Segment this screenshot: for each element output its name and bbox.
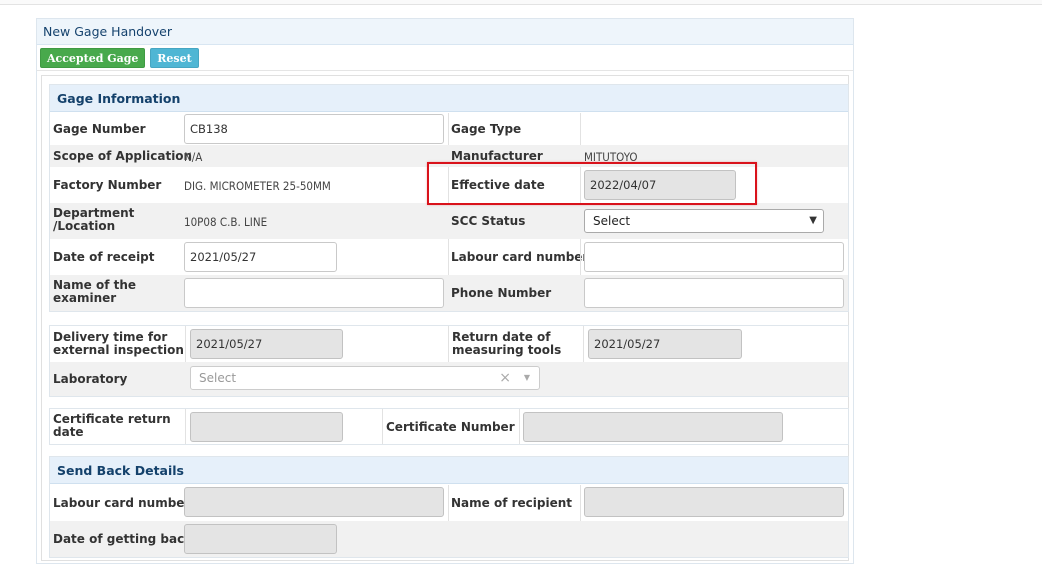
phone-number-label: Phone Number — [451, 286, 552, 300]
top-border — [0, 0, 1042, 5]
laboratory-label: Laboratory — [53, 372, 128, 386]
toolbar: Accepted Gage Reset — [37, 45, 853, 71]
accepted-gage-button[interactable]: Accepted Gage — [40, 48, 146, 68]
certificate-return-label: Certificate return date — [53, 412, 171, 439]
gage-type-label: Gage Type — [451, 122, 522, 136]
phone-number-input[interactable] — [584, 278, 844, 308]
date-receipt-label: Date of receipt — [53, 250, 155, 264]
factory-number-value: DIG. MICROMETER 25-50MM — [184, 179, 331, 193]
send-back-section: Send Back Details Labour card number Nam… — [49, 456, 849, 558]
date-receipt-input[interactable]: 2021/05/27 — [184, 242, 337, 272]
send-back-labour-input[interactable] — [184, 487, 444, 517]
date-back-input[interactable] — [184, 524, 337, 554]
scope-value: N/A — [184, 150, 203, 164]
certificate-section: Certificate return date Certificate Numbe… — [49, 408, 849, 445]
row-delivery: Delivery time for external inspection 202… — [50, 326, 848, 362]
labour-card-label: Labour card number — [451, 250, 589, 264]
certificate-return-input[interactable] — [190, 412, 343, 442]
return-date-input[interactable]: 2021/05/27 — [588, 329, 742, 359]
recipient-input[interactable] — [584, 487, 844, 517]
row-certificate: Certificate return date Certificate Numbe… — [50, 409, 848, 444]
row-date-receipt: Date of receipt 2021/05/27 Labour card n… — [50, 239, 848, 275]
factory-number-label: Factory Number — [53, 178, 162, 192]
send-back-title: Send Back Details — [50, 457, 848, 484]
return-date-label: Return date of measuring tools — [452, 330, 562, 357]
handover-panel: New Gage Handover Accepted Gage Reset Ga… — [36, 18, 854, 564]
chevron-down-icon: ▼ — [523, 373, 530, 382]
form-body: Gage Information Gage Number CB138 Gage … — [41, 75, 849, 561]
scc-status-select[interactable]: Select ▼ — [584, 209, 824, 233]
department-value: 10P08 C.B. LINE — [184, 215, 268, 229]
panel-title: New Gage Handover — [37, 19, 853, 45]
row-laboratory: Laboratory Select × ▼ — [50, 362, 848, 396]
reset-button[interactable]: Reset — [150, 48, 199, 68]
delivery-time-input[interactable]: 2021/05/27 — [190, 329, 343, 359]
clear-icon[interactable]: × — [499, 367, 511, 389]
send-back-labour-label: Labour card number — [53, 496, 191, 510]
row-department: Department/Location 10P08 C.B. LINE SCC … — [50, 203, 848, 239]
gage-information-title: Gage Information — [50, 85, 848, 112]
certificate-number-label: Certificate Number — [386, 420, 515, 434]
gage-number-label: Gage Number — [53, 122, 146, 136]
recipient-label: Name of recipient — [451, 496, 573, 510]
scope-label: Scope of Application — [53, 149, 193, 163]
examiner-input[interactable] — [184, 278, 444, 308]
row-examiner: Name of the examiner Phone Number — [50, 275, 848, 311]
chevron-down-icon: ▼ — [809, 215, 817, 226]
scc-status-label: SCC Status — [451, 214, 526, 228]
date-back-label: Date of getting back — [53, 532, 193, 546]
inspection-section: Delivery time for external inspection 202… — [49, 325, 849, 397]
labour-card-input[interactable] — [584, 242, 844, 272]
gage-number-input[interactable]: CB138 — [184, 114, 444, 144]
examiner-label: Name of the examiner — [53, 278, 137, 305]
highlight-box — [427, 162, 757, 205]
row-gage-number: Gage Number CB138 Gage Type — [50, 113, 848, 145]
delivery-time-label: Delivery time for external inspection — [53, 330, 184, 357]
row-date-back: Date of getting back — [50, 521, 848, 557]
department-label: Department/Location — [53, 206, 135, 233]
certificate-number-input[interactable] — [523, 412, 783, 442]
laboratory-select[interactable]: Select × ▼ — [190, 366, 540, 390]
row-send-back-labour: Labour card number Name of recipient — [50, 485, 848, 521]
